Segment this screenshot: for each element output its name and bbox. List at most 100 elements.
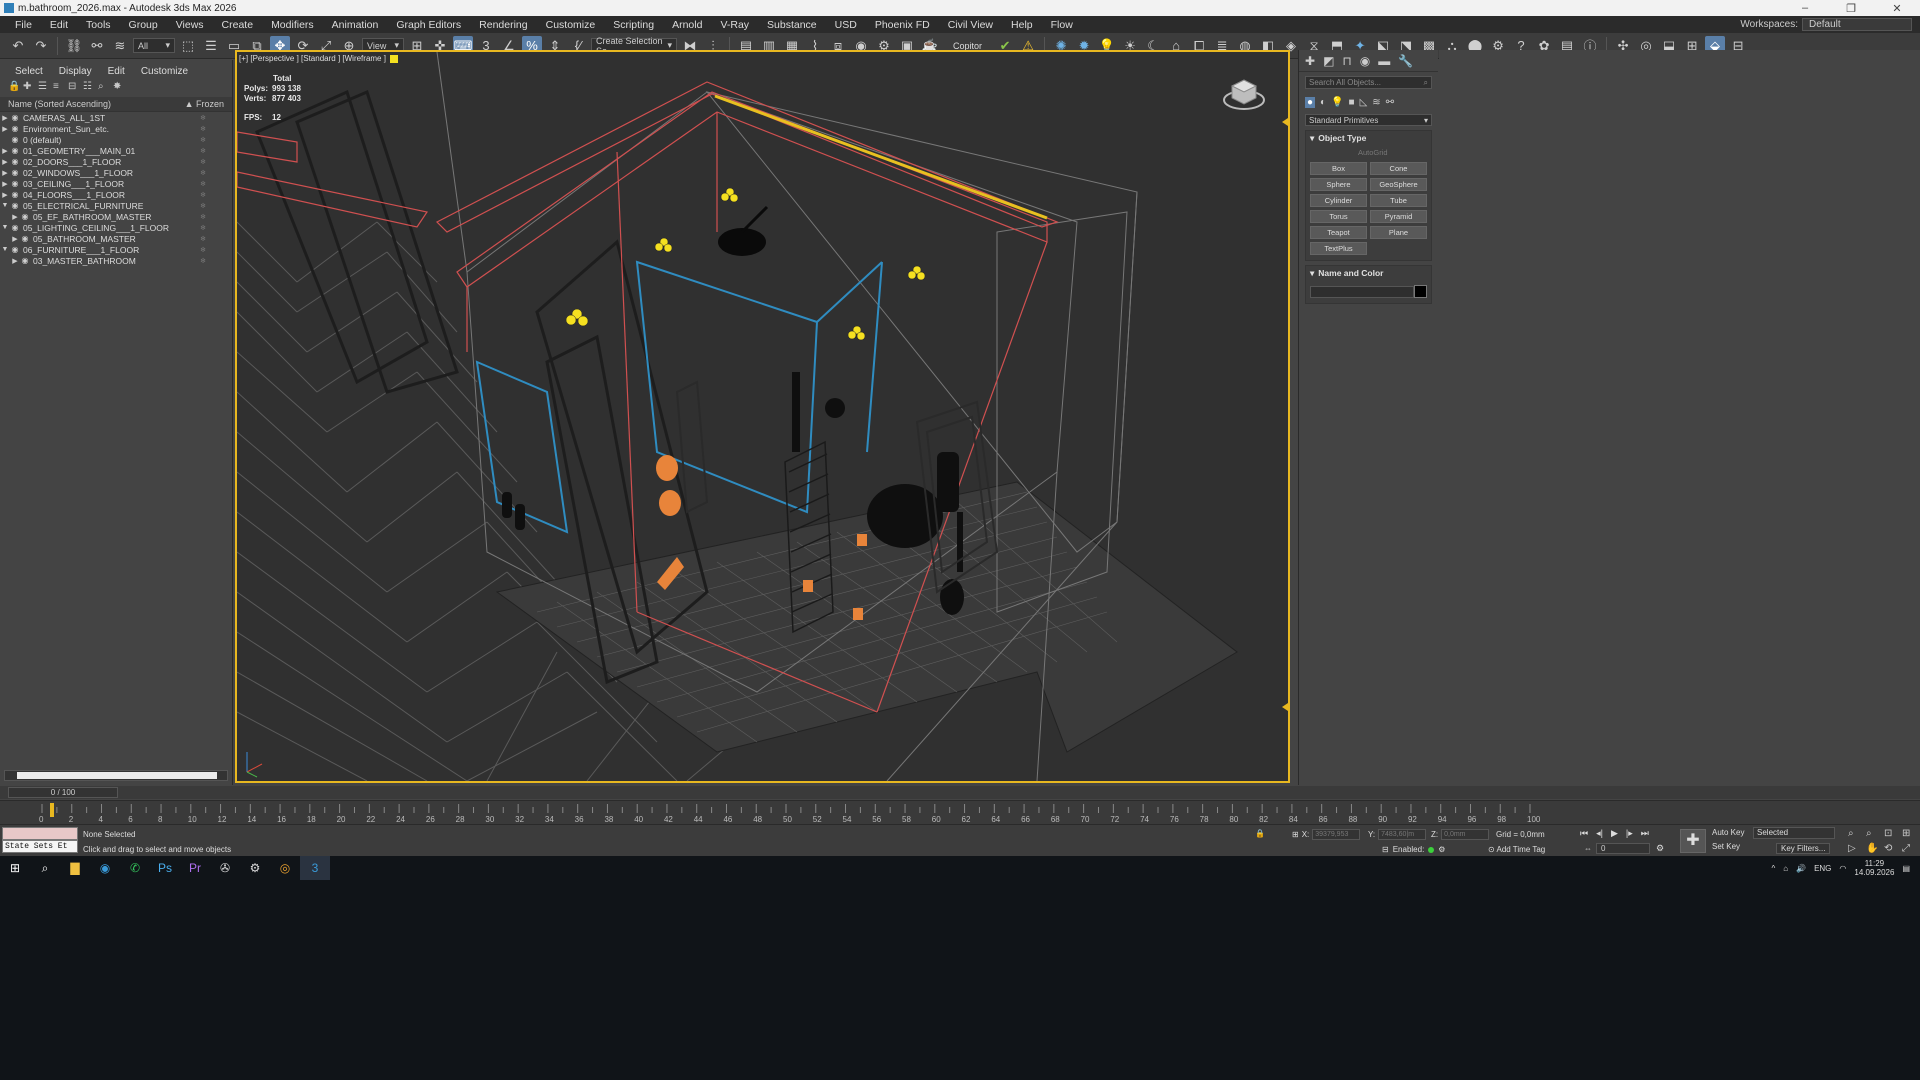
viewport-label-text[interactable]: [+] [Perspective ] [Standard ] [Wirefram… xyxy=(239,54,386,63)
modify-tab-icon[interactable]: ◩ xyxy=(1323,54,1334,68)
menu-phoenix-fd[interactable]: Phoenix FD xyxy=(866,19,939,31)
expand-arrow-icon[interactable]: ▶ xyxy=(0,125,10,133)
next-frame-icon[interactable]: |▸ xyxy=(1626,828,1633,839)
key-selection-dropdown[interactable]: Selected xyxy=(1753,827,1835,839)
workspaces-dropdown[interactable]: Default xyxy=(1802,18,1912,31)
menu-create[interactable]: Create xyxy=(213,19,263,31)
chrome-icon[interactable]: ◎ xyxy=(270,856,300,880)
visibility-eye-icon[interactable]: ◉ xyxy=(10,190,20,199)
zoom-extents-icon[interactable]: ⊡ xyxy=(1884,828,1892,839)
box-button[interactable]: Box xyxy=(1310,162,1367,175)
expand-arrow-icon[interactable]: ▶ xyxy=(10,257,20,265)
freeze-icon[interactable]: ❄ xyxy=(200,191,206,199)
set-key-button[interactable]: Set Key xyxy=(1712,842,1744,851)
layer-row[interactable]: ▶ ◉ 05_BATHROOM_MASTER ❄ xyxy=(0,233,232,244)
freeze-icon[interactable]: ❄ xyxy=(200,224,206,232)
plane-button[interactable]: Plane xyxy=(1370,226,1427,239)
degradation-icon[interactable]: ⊟ xyxy=(1382,845,1389,854)
selection-filter-dropdown[interactable]: All ▾ xyxy=(133,38,175,53)
explorer-menu-display[interactable]: Display xyxy=(52,66,99,77)
settings-icon[interactable]: ⚙ xyxy=(240,856,270,880)
menu-graph-editors[interactable]: Graph Editors xyxy=(387,19,470,31)
tray-chevron-icon[interactable]: ^ xyxy=(1771,864,1775,873)
name-color-header[interactable]: ▾ Name and Color xyxy=(1306,266,1431,281)
menu-tools[interactable]: Tools xyxy=(77,19,120,31)
frozen-column-header[interactable]: ▲ Frozen xyxy=(185,99,224,109)
layers-icon[interactable]: ☷ xyxy=(83,82,93,92)
time-slider[interactable]: 0 / 100 xyxy=(0,786,1920,799)
layer-row[interactable]: ◉ 0 (default) ❄ xyxy=(0,134,232,145)
select-object-icon[interactable]: ⬚ xyxy=(178,36,198,56)
menu-views[interactable]: Views xyxy=(167,19,213,31)
layer-row[interactable]: ▶ ◉ 04_FLOORS___1_FLOOR ❄ xyxy=(0,189,232,200)
abs-mode-icon[interactable]: ⊞ xyxy=(1292,830,1299,839)
lock-selection-icon[interactable]: 🔒 xyxy=(1255,829,1265,838)
volume-icon[interactable]: 🔊 xyxy=(1796,864,1806,873)
layer-name[interactable]: 05_EF_BATHROOM_MASTER xyxy=(33,212,151,222)
menu-customize[interactable]: Customize xyxy=(537,19,605,31)
windows-start-icon[interactable]: ⊞ xyxy=(0,856,30,880)
notifications-icon[interactable]: ▤ xyxy=(1902,864,1910,873)
time-slider-thumb[interactable]: 0 / 100 xyxy=(8,787,118,798)
restore-icon[interactable]: ❐ xyxy=(1828,2,1874,15)
freeze-icon[interactable]: ❄ xyxy=(200,114,206,122)
set-key-big-icon[interactable]: ✚ xyxy=(1680,829,1706,853)
current-frame-field[interactable]: 0 xyxy=(1596,843,1650,854)
sort-column-header[interactable]: Name (Sorted Ascending) xyxy=(8,99,111,109)
layer-row[interactable]: ▼ ◉ 05_ELECTRICAL_FURNITURE ❄ xyxy=(0,200,232,211)
layer-name[interactable]: 04_FLOORS___1_FLOOR xyxy=(23,190,125,200)
layer-row[interactable]: ▶ ◉ 03_MASTER_BATHROOM ❄ xyxy=(0,255,232,266)
3dsmax-taskbar-icon[interactable]: 3 xyxy=(300,856,330,880)
autogrid-checkbox[interactable]: AutoGrid xyxy=(1306,146,1431,159)
layer-name[interactable]: CAMERAS_ALL_1ST xyxy=(23,113,105,123)
expand-arrow-icon[interactable]: ▶ xyxy=(10,213,20,221)
display-tab-icon[interactable]: ▬ xyxy=(1378,54,1390,68)
menu-file[interactable]: File xyxy=(6,19,41,31)
maxscript-input[interactable]: State Sets Et xyxy=(2,840,78,853)
layer-name[interactable]: 05_LIGHTING_CEILING___1_FLOOR xyxy=(23,223,169,233)
geosphere-button[interactable]: GeoSphere xyxy=(1370,178,1427,191)
layer-name[interactable]: 05_ELECTRICAL_FURNITURE xyxy=(23,201,143,211)
lights-icon[interactable]: 💡 xyxy=(1331,97,1343,108)
layer-row[interactable]: ▶ ◉ Environment_Sun_etc. ❄ xyxy=(0,123,232,134)
pyramid-button[interactable]: Pyramid xyxy=(1370,210,1427,223)
go-to-start-icon[interactable]: ⏮ xyxy=(1580,828,1588,839)
cylinder-button[interactable]: Cylinder xyxy=(1310,194,1367,207)
visibility-eye-icon[interactable]: ◉ xyxy=(20,234,30,243)
browser-icon[interactable]: ◉ xyxy=(90,856,120,880)
key-filters-button[interactable]: Key Filters... xyxy=(1776,843,1831,854)
motion-tab-icon[interactable]: ◉ xyxy=(1360,54,1370,68)
menu-civil-view[interactable]: Civil View xyxy=(939,19,1002,31)
close-icon[interactable]: ✕ xyxy=(1874,2,1920,15)
geometry-icon[interactable]: ● xyxy=(1305,96,1316,108)
visibility-eye-icon[interactable]: ◉ xyxy=(10,124,20,133)
enabled-indicator[interactable] xyxy=(1428,846,1435,853)
sphere-button[interactable]: Sphere xyxy=(1310,178,1367,191)
layer-row[interactable]: ▼ ◉ 06_FURNITURE___1_FLOOR ❄ xyxy=(0,244,232,255)
freeze-icon[interactable]: ❄ xyxy=(200,235,206,243)
viewcube-icon[interactable] xyxy=(1222,72,1266,112)
add-time-tag[interactable]: ⊙ Add Time Tag xyxy=(1488,845,1545,854)
add-to-layer-icon[interactable]: ☰ xyxy=(38,82,48,92)
photoshop-icon[interactable]: Ps xyxy=(150,856,180,880)
utilities-tab-icon[interactable]: 🔧 xyxy=(1398,54,1413,68)
redo-icon[interactable]: ↷ xyxy=(31,36,51,56)
pan-icon[interactable]: ✋ xyxy=(1866,843,1878,854)
play-icon[interactable]: ▶ xyxy=(1611,828,1618,839)
teapot-button[interactable]: Teapot xyxy=(1310,226,1367,239)
menu-scripting[interactable]: Scripting xyxy=(604,19,663,31)
maxscript-output[interactable] xyxy=(2,827,78,840)
freeze-icon[interactable]: ❄ xyxy=(200,246,206,254)
visibility-eye-icon[interactable]: ◉ xyxy=(10,223,20,232)
explorer-horizontal-scrollbar[interactable] xyxy=(4,770,228,781)
freeze-icon[interactable]: ❄ xyxy=(200,180,206,188)
menu-edit[interactable]: Edit xyxy=(41,19,77,31)
collapse-arrow-icon[interactable]: ▼ xyxy=(0,202,10,209)
maxscript-listener[interactable]: State Sets Et xyxy=(2,827,78,855)
bind-spacewarp-icon[interactable]: ≋ xyxy=(110,36,130,56)
z-coordinate-field[interactable]: 0,0mm xyxy=(1441,829,1490,840)
menu-help[interactable]: Help xyxy=(1002,19,1042,31)
freeze-icon[interactable]: ❄ xyxy=(200,202,206,210)
visibility-eye-icon[interactable]: ◉ xyxy=(10,157,20,166)
visibility-eye-icon[interactable]: ◉ xyxy=(10,146,20,155)
